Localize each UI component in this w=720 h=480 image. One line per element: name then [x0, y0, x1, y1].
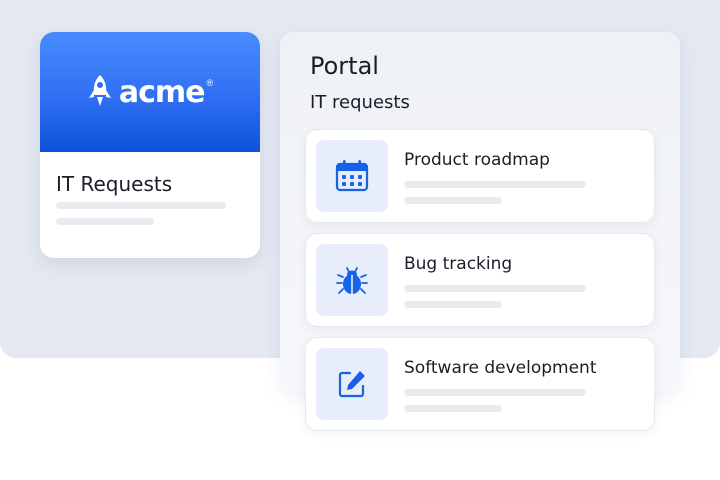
- placeholder-line: [56, 218, 154, 225]
- placeholder-line: [404, 197, 502, 204]
- bug-icon: [336, 267, 368, 294]
- placeholder-line: [404, 181, 586, 188]
- icon-tile: [316, 140, 388, 212]
- edit-icon: [338, 371, 365, 398]
- request-item-label: Software development: [404, 358, 597, 378]
- registered-mark: ®: [206, 78, 214, 88]
- brand-card-title: IT Requests: [56, 172, 173, 196]
- request-item-label: Bug tracking: [404, 254, 513, 274]
- request-item-bug-tracking[interactable]: Bug tracking: [305, 233, 655, 327]
- request-item-product-roadmap[interactable]: Product roadmap: [305, 129, 655, 223]
- placeholder-line: [404, 301, 502, 308]
- icon-tile: [316, 348, 388, 420]
- placeholder-line: [404, 405, 502, 412]
- calendar-icon: [335, 160, 369, 192]
- placeholder-line: [404, 285, 586, 292]
- request-item-software-development[interactable]: Software development: [305, 337, 655, 431]
- rocket-icon: [88, 75, 111, 106]
- brand-header: acme ®: [40, 32, 260, 152]
- portal-subtitle: IT requests: [310, 92, 410, 113]
- placeholder-line: [56, 202, 226, 209]
- brand-card[interactable]: acme ® IT Requests: [40, 32, 260, 258]
- icon-tile: [316, 244, 388, 316]
- brand-logo-text: acme: [118, 74, 206, 110]
- placeholder-line: [404, 389, 586, 396]
- portal-title: Portal: [310, 52, 379, 80]
- request-item-label: Product roadmap: [404, 150, 550, 170]
